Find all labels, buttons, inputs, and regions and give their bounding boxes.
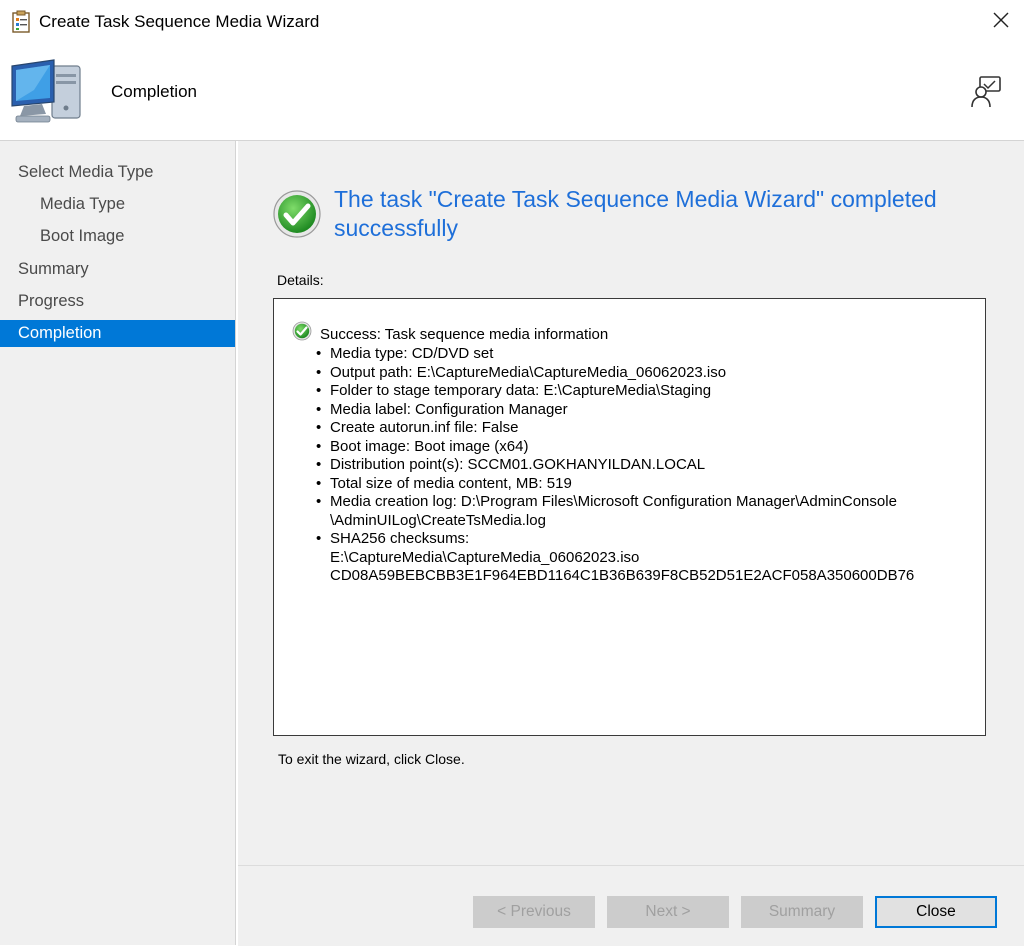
completion-headline: The task "Create Task Sequence Media Wiz… xyxy=(334,186,937,241)
sidebar-item-boot-image[interactable]: Boot Image xyxy=(0,223,235,250)
help-person-icon[interactable] xyxy=(968,74,1004,110)
detail-continuation: CD08A59BEBCBB3E1F964EBD1164C1B36B639F8CB… xyxy=(330,567,915,584)
computer-icon xyxy=(11,59,81,123)
detail-item: • Media label: Configuration Manager xyxy=(312,401,972,420)
bullet-icon: • xyxy=(316,474,322,492)
detail-text: Media type: CD/DVD set xyxy=(330,345,494,362)
detail-item: • Folder to stage temporary data: E:\Capt… xyxy=(312,382,972,401)
detail-continuation: E:\CaptureMedia\CaptureMedia_06062023.is… xyxy=(330,548,640,566)
detail-item: • SHA256 checksums: E:\CaptureMedia\Captur… xyxy=(312,530,972,586)
previous-button[interactable]: < Previous xyxy=(473,896,595,928)
detail-item: • Create autorun.inf file: False xyxy=(312,419,972,438)
success-check-icon xyxy=(273,190,321,238)
detail-text: Media creation log: D:\Program Files\Mic… xyxy=(330,493,897,510)
detail-item: • Media type: CD/DVD set xyxy=(312,345,972,364)
sidebar-item-select-media-type[interactable]: Select Media Type xyxy=(0,159,235,186)
detail-item: • Distribution point(s): SCCM01.GOKHANYIL… xyxy=(312,456,972,475)
title-bar: Create Task Sequence Media Wizard xyxy=(0,0,1024,44)
bullet-icon: • xyxy=(316,363,322,381)
success-check-icon xyxy=(292,321,312,341)
bullet-icon: • xyxy=(316,493,322,510)
sidebar-item-progress[interactable]: Progress xyxy=(0,288,235,315)
sidebar-item-completion[interactable]: Completion xyxy=(0,320,235,347)
bullet-icon: • xyxy=(316,530,322,547)
summary-button[interactable]: Summary xyxy=(741,896,863,928)
detail-text: Output path: E:\CaptureMedia\CaptureMedi… xyxy=(330,363,727,381)
bullet-icon: • xyxy=(316,456,322,473)
bullet-icon: • xyxy=(316,400,322,418)
detail-text: Boot image: Boot image (x64) xyxy=(330,437,529,455)
details-label: Details: xyxy=(277,272,324,288)
wizard-navigation: Select Media Type Media Type Boot Image … xyxy=(0,141,236,945)
detail-item: • Total size of media content, MB: 519 xyxy=(312,475,972,494)
detail-text: Media label: Configuration Manager xyxy=(330,400,568,418)
detail-text: Total size of media content, MB: 519 xyxy=(330,474,572,492)
detail-continuation: \AdminUILog\CreateTsMedia.log xyxy=(330,511,546,529)
detail-text: Folder to stage temporary data: E:\Captu… xyxy=(330,382,712,399)
bullet-icon: • xyxy=(316,437,322,455)
page-title: Completion xyxy=(111,82,197,101)
detail-item: • Boot image: Boot image (x64) xyxy=(312,438,972,457)
wizard-header: Completion xyxy=(0,44,1024,141)
detail-item: • Output path: E:\CaptureMedia\CaptureMed… xyxy=(312,364,972,383)
bullet-icon: • xyxy=(316,419,322,436)
sidebar-item-summary[interactable]: Summary xyxy=(0,256,235,283)
bullet-icon: • xyxy=(316,345,322,362)
exit-hint: To exit the wizard, click Close. xyxy=(278,751,465,767)
details-list: • Media type: CD/DVD set • Output path: E:\… xyxy=(312,345,972,586)
success-text: Success: Task sequence media information xyxy=(320,326,609,343)
window-title: Create Task Sequence Media Wizard xyxy=(39,12,320,31)
details-box: Success: Task sequence media information… xyxy=(273,298,986,736)
next-button[interactable]: Next > xyxy=(607,896,729,928)
close-button[interactable]: Close xyxy=(875,896,997,928)
sidebar-item-media-type[interactable]: Media Type xyxy=(0,191,235,218)
close-icon[interactable] xyxy=(990,9,1012,31)
detail-text: Distribution point(s): SCCM01.GOKHANYILD… xyxy=(330,456,706,473)
wizard-footer: < Previous Next > Summary Close xyxy=(238,865,1024,946)
detail-text: SHA256 checksums: xyxy=(330,530,470,547)
bullet-icon: • xyxy=(316,382,322,399)
detail-item: • Media creation log: D:\Program Files\Mi… xyxy=(312,493,972,530)
detail-text: Create autorun.inf file: False xyxy=(330,419,519,436)
wizard-app-icon xyxy=(12,10,30,33)
wizard-content: The task "Create Task Sequence Media Wiz… xyxy=(238,141,1024,865)
